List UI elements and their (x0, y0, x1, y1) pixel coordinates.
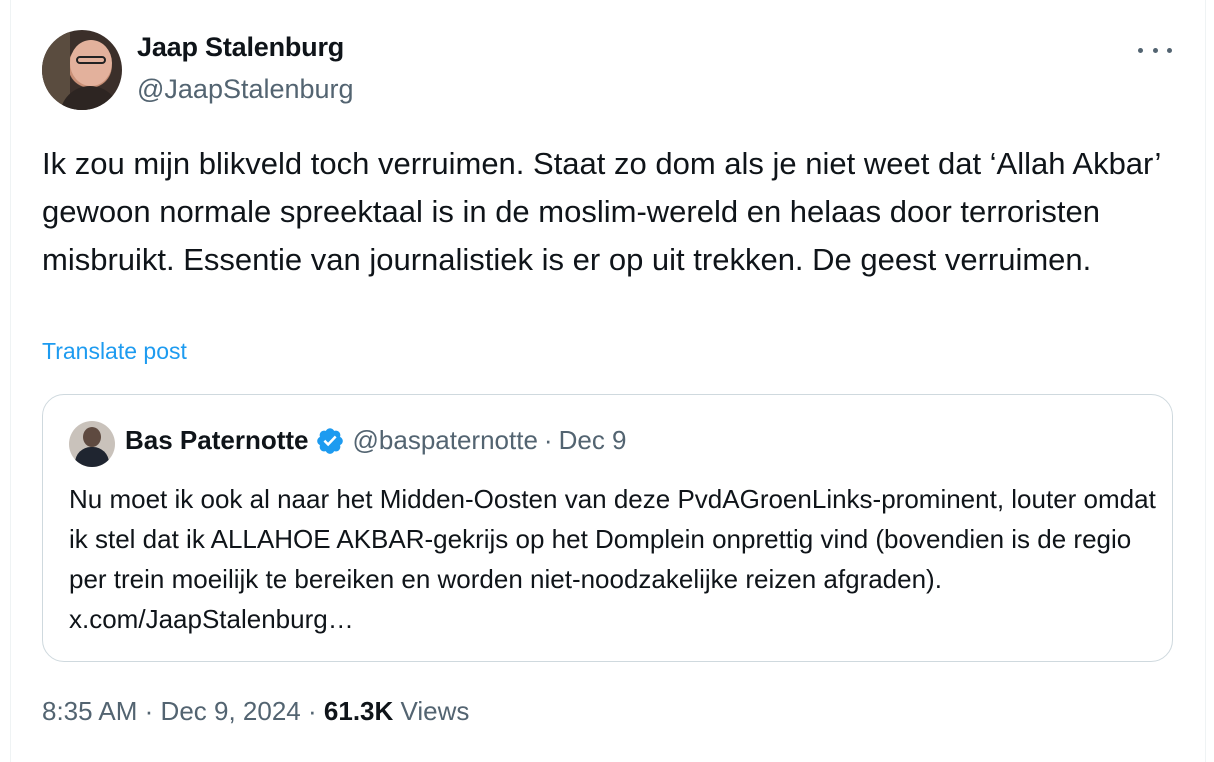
quoted-author-name[interactable]: Bas Paternotte (125, 425, 309, 456)
author-handle[interactable]: @JaapStalenburg (137, 74, 354, 105)
meta-separator: · (308, 696, 317, 726)
post-meta: 8:35 AM · Dec 9, 2024 · 61.3K Views (42, 696, 469, 727)
quoted-author-avatar[interactable] (69, 421, 115, 467)
author-avatar[interactable] (42, 30, 122, 110)
quoted-post[interactable]: Bas Paternotte @baspaternotte · Dec 9 Nu… (42, 394, 1173, 662)
verified-badge-icon (316, 427, 343, 454)
views-label[interactable]: Views (401, 696, 470, 726)
author-name[interactable]: Jaap Stalenburg (137, 32, 344, 63)
post-time[interactable]: 8:35 AM (42, 696, 137, 726)
quoted-author-handle[interactable]: @baspaternotte (353, 425, 538, 456)
quoted-post-text: Nu moet ik ook al naar het Midden-Oosten… (69, 484, 1156, 634)
quoted-separator: · (543, 425, 553, 455)
translate-post-link[interactable]: Translate post (42, 338, 187, 365)
more-options-icon[interactable] (1138, 38, 1172, 62)
meta-separator: · (144, 696, 154, 726)
quoted-post-header: Bas Paternotte @baspaternotte · Dec 9 (125, 425, 627, 456)
views-count[interactable]: 61.3K (324, 696, 393, 726)
quoted-post-date[interactable]: Dec 9 (559, 425, 627, 456)
post-date[interactable]: Dec 9, 2024 (161, 696, 301, 726)
post-text: Ik zou mijn blikveld toch verruimen. Sta… (42, 146, 1161, 277)
